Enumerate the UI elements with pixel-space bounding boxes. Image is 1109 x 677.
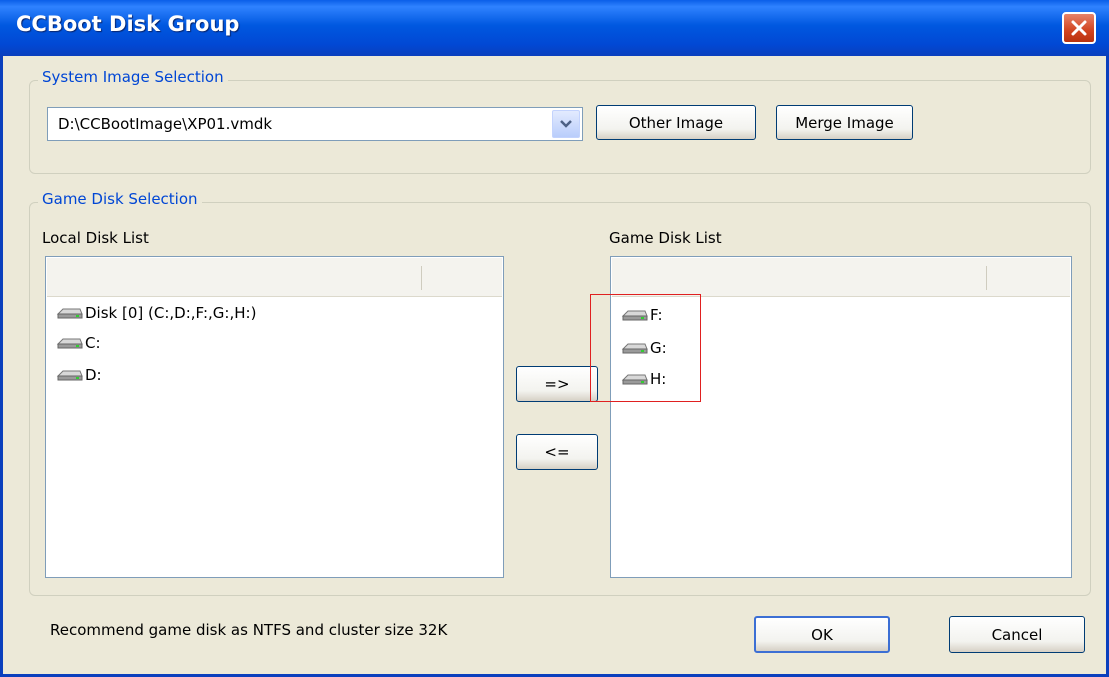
local-disk-list[interactable]: Disk [0] (C:,D:,F:,G:,H:) C: D: [45, 256, 504, 578]
add-to-game-disk-button[interactable]: => [516, 366, 598, 402]
local-disk-list-header [47, 258, 502, 297]
merge-image-button[interactable]: Merge Image [776, 105, 913, 140]
hard-drive-icon [56, 338, 83, 349]
local-disk-item-label: D: [85, 366, 102, 384]
hard-drive-icon [56, 370, 83, 381]
game-disk-list-label: Game Disk List [609, 229, 722, 247]
local-disk-item-label: C: [85, 334, 101, 352]
close-button[interactable] [1062, 12, 1096, 44]
close-icon [1071, 20, 1087, 36]
chevron-down-icon [560, 120, 572, 128]
column-separator [986, 266, 987, 290]
column-separator [421, 266, 422, 290]
other-image-button[interactable]: Other Image [596, 105, 756, 140]
cancel-button[interactable]: Cancel [949, 616, 1085, 653]
system-image-group-label: System Image Selection [38, 68, 228, 86]
system-image-value: D:\CCBootImage\XP01.vmdk [58, 115, 273, 133]
ok-button[interactable]: OK [754, 616, 890, 653]
local-disk-item-label: Disk [0] (C:,D:,F:,G:,H:) [85, 304, 257, 322]
title-bar[interactable]: CCBoot Disk Group [0, 0, 1109, 56]
hard-drive-icon [56, 308, 83, 319]
recommendation-note: Recommend game disk as NTFS and cluster … [50, 621, 448, 639]
highlight-box [590, 294, 701, 402]
local-disk-list-label: Local Disk List [42, 229, 149, 247]
window-title: CCBoot Disk Group [16, 12, 240, 36]
game-disk-group-label: Game Disk Selection [38, 190, 202, 208]
system-image-combo[interactable]: D:\CCBootImage\XP01.vmdk [47, 107, 583, 141]
game-disk-list-header [612, 258, 1070, 297]
remove-from-game-disk-button[interactable]: <= [516, 434, 598, 470]
local-disk-item[interactable]: C: [56, 334, 101, 352]
local-disk-item[interactable]: Disk [0] (C:,D:,F:,G:,H:) [56, 304, 256, 322]
local-disk-item[interactable]: D: [56, 366, 102, 384]
combo-dropdown-button[interactable] [552, 110, 580, 138]
